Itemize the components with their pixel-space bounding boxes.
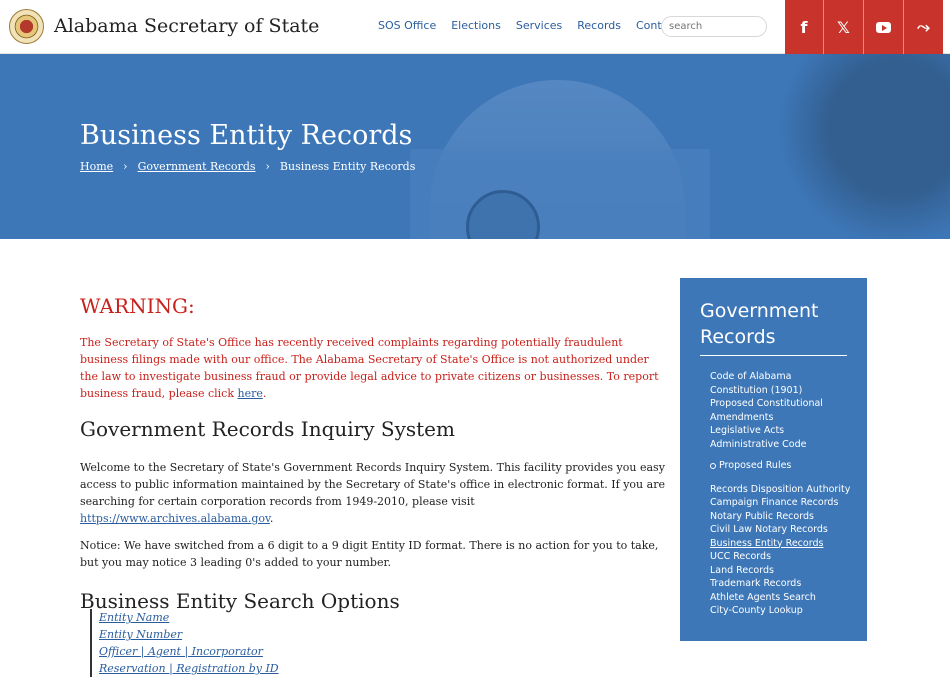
search-input[interactable] — [661, 16, 767, 37]
option-reservation-registration[interactable]: Reservation | Registration by ID — [99, 660, 279, 677]
search-options-list: Entity Name Entity Number Officer | Agen… — [90, 609, 279, 677]
site-header: Alabama Secretary of State SOS Office El… — [0, 0, 950, 54]
inquiry-body: Welcome to the Secretary of State's Gove… — [80, 461, 665, 508]
sidebar-list: Code of Alabama Constitution (1901) Prop… — [710, 370, 850, 618]
main-nav: SOS Office Elections Services Records Co… — [378, 19, 694, 32]
sidebar-divider — [700, 355, 847, 356]
sidebar-item[interactable]: Administrative Code — [710, 438, 850, 452]
sidebar-item[interactable]: Civil Law Notary Records — [710, 523, 850, 537]
nav-sos-office[interactable]: SOS Office — [378, 19, 436, 32]
sidebar-item[interactable]: Notary Public Records — [710, 510, 850, 524]
breadcrumb-separator: › — [265, 160, 270, 173]
hero-banner: Business Entity Records Home › Governmen… — [0, 54, 950, 239]
sidebar-item[interactable]: Proposed Constitutional — [710, 397, 850, 411]
sidebar-item[interactable]: Athlete Agents Search — [710, 591, 850, 605]
nav-records[interactable]: Records — [577, 19, 621, 32]
sidebar-item[interactable]: Campaign Finance Records — [710, 496, 850, 510]
inquiry-heading: Government Records Inquiry System — [80, 417, 455, 441]
sidebar-item[interactable]: Code of Alabama — [710, 370, 850, 384]
social-links: f 𝕏 ⤳ — [785, 0, 950, 54]
breadcrumb: Home › Government Records › Business Ent… — [80, 160, 415, 173]
sidebar-item[interactable]: Land Records — [710, 564, 850, 578]
page-title: Business Entity Records — [80, 120, 413, 151]
youtube-icon[interactable] — [863, 0, 903, 54]
notice-text: Notice: We have switched from a 6 digit … — [80, 539, 659, 569]
main-content: WARNING: The Secretary of State's Office… — [80, 294, 665, 613]
inquiry-text: Welcome to the Secretary of State's Gove… — [80, 461, 665, 525]
x-twitter-icon[interactable]: 𝕏 — [823, 0, 863, 54]
sidebar-item[interactable]: UCC Records — [710, 550, 850, 564]
nav-elections[interactable]: Elections — [451, 19, 501, 32]
breadcrumb-current: Business Entity Records — [279, 160, 416, 173]
sidebar-government-records: Government Records Code of Alabama Const… — [680, 278, 867, 641]
sidebar-item[interactable]: City-County Lookup — [710, 604, 850, 618]
breadcrumb-home[interactable]: Home — [80, 160, 113, 173]
warning-text: The Secretary of State's Office has rece… — [80, 336, 659, 400]
sidebar-item-business-entity-active[interactable]: Business Entity Records — [710, 537, 850, 551]
warning-body: The Secretary of State's Office has rece… — [80, 336, 659, 400]
sidebar-subitem-proposed-rules[interactable]: Proposed Rules — [710, 459, 850, 473]
report-fraud-link[interactable]: here — [237, 387, 262, 400]
archives-link[interactable]: https://www.archives.alabama.gov — [80, 512, 270, 525]
state-seal-logo[interactable] — [9, 9, 44, 44]
sidebar-item[interactable]: Legislative Acts — [710, 424, 850, 438]
sidebar-item[interactable]: Constitution (1901) — [710, 384, 850, 398]
breadcrumb-government-records[interactable]: Government Records — [138, 160, 256, 173]
facebook-icon[interactable]: f — [785, 0, 823, 54]
capitol-facade-image — [410, 149, 710, 239]
warning-heading: WARNING: — [80, 294, 195, 318]
option-entity-name[interactable]: Entity Name — [99, 609, 279, 626]
option-officer-agent[interactable]: Officer | Agent | Incorporator — [99, 643, 279, 660]
option-entity-number[interactable]: Entity Number — [99, 626, 279, 643]
tree-image — [770, 54, 950, 239]
sidebar-title: Government Records — [700, 300, 819, 348]
nav-services[interactable]: Services — [516, 19, 562, 32]
site-title[interactable]: Alabama Secretary of State — [54, 15, 319, 37]
sidebar-item[interactable]: Amendments — [710, 411, 850, 425]
sidebar-item[interactable]: Records Disposition Authority — [710, 483, 850, 497]
breadcrumb-separator: › — [123, 160, 128, 173]
rss-icon[interactable]: ⤳ — [903, 0, 943, 54]
sidebar-item[interactable]: Trademark Records — [710, 577, 850, 591]
